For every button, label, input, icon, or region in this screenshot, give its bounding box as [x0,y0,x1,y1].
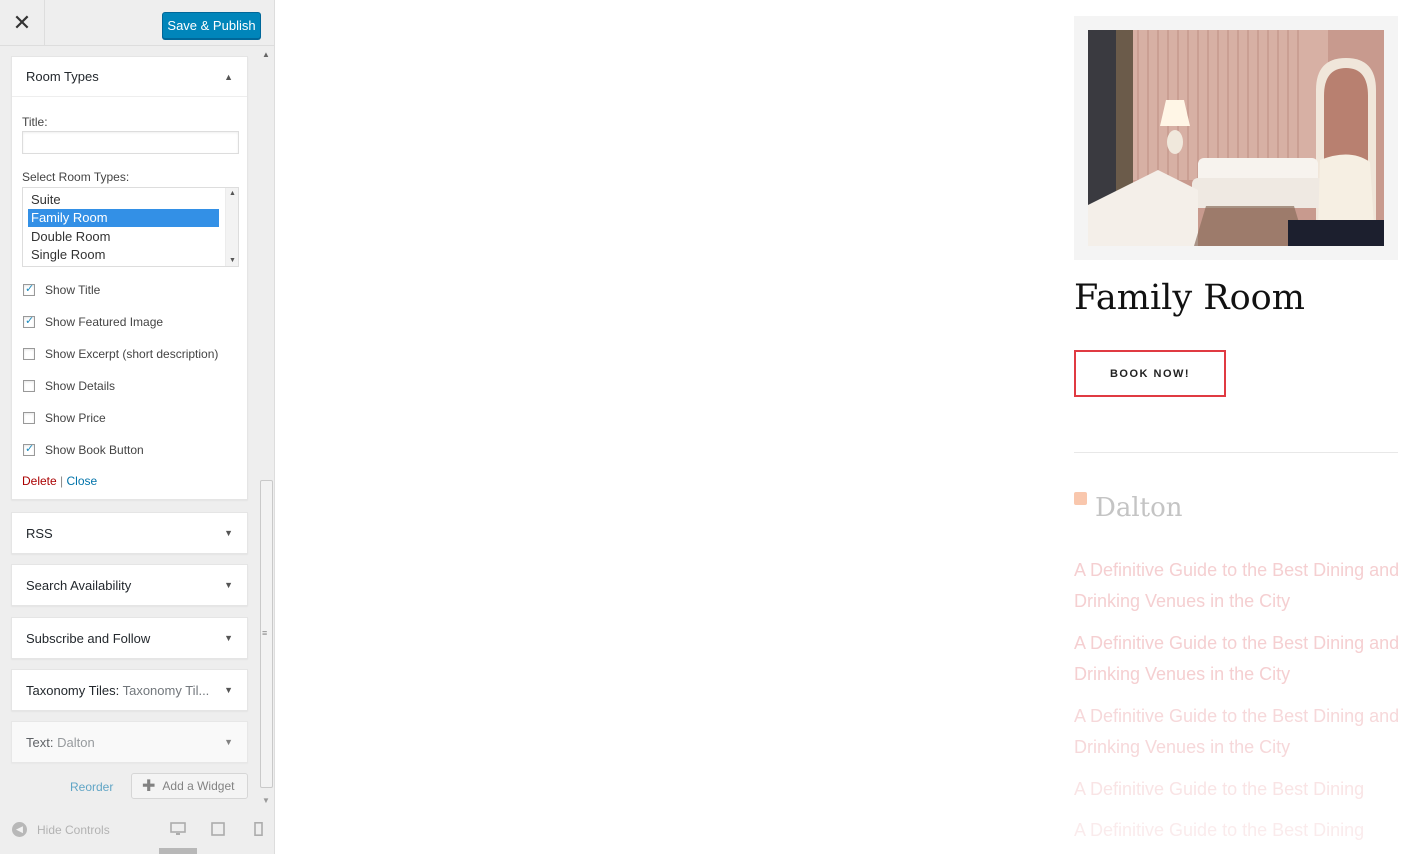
search-availability-widget-header[interactable]: Search Availability ▼ [12,565,247,605]
checkbox-label: Show Book Button [45,443,144,457]
checkbox-label: Show Featured Image [45,315,164,329]
expand-arrow-icon[interactable]: ▼ [224,580,233,590]
widget-title-group: Text: Dalton [26,735,95,750]
room-photo[interactable] [1088,30,1384,246]
rss-post-link[interactable]: A Definitive Guide to the Best Dining [1074,815,1404,846]
show-excerpt-option[interactable]: Show Excerpt (short description) [23,347,218,361]
scrollbar-grip-icon: ≡ [262,628,268,638]
checkbox-label: Show Title [45,283,101,297]
rss-icon [1074,492,1087,505]
collapse-arrow-icon[interactable]: ▲ [224,72,233,82]
widget-title: Room Types [26,69,99,84]
widget-title: Search Availability [26,577,132,593]
show-price-option[interactable]: Show Price [23,411,106,425]
featured-image-frame [1074,16,1398,260]
rss-post-link[interactable]: A Definitive Guide to the Best Dining an… [1074,555,1404,617]
text-widget[interactable]: Text: Dalton ▼ [11,721,248,763]
room-types-widget: Room Types ▲ Title: Select Room Types: S… [11,56,248,500]
customizer-header: ✕ Save & Publish [0,0,274,46]
select-room-types-label: Select Room Types: [22,170,130,184]
show-details-option[interactable]: Show Details [23,379,115,393]
widget-title: RSS [26,525,53,541]
rss-post-link[interactable]: A Definitive Guide to the Best Dining an… [1074,701,1404,763]
rss-widget[interactable]: RSS ▼ [11,512,248,554]
site-preview: Family Room BOOK NOW! Dalton A Definitiv… [275,0,1419,854]
widget-title-group: Taxonomy Tiles: Taxonomy Til... [26,683,209,698]
show-featured-image-option[interactable]: Show Featured Image [23,314,164,329]
collapse-circle-icon: ◀ [12,822,27,837]
taxonomy-tiles-widget-header[interactable]: Taxonomy Tiles: Taxonomy Til... ▼ [12,670,247,710]
subscribe-follow-widget-header[interactable]: Subscribe and Follow ▼ [12,618,247,658]
reorder-link[interactable]: Reorder [70,780,113,794]
expand-arrow-icon[interactable]: ▼ [224,737,233,747]
title-field-label: Title: [22,115,48,129]
widget-title: Taxonomy Tiles: [26,682,120,698]
show-title-option[interactable]: Show Title [23,282,101,297]
desktop-icon[interactable] [170,822,186,836]
expand-arrow-icon[interactable]: ▼ [224,685,233,695]
show-price-checkbox[interactable] [23,412,35,424]
add-widget-label: Add a Widget [162,779,235,793]
book-now-button[interactable]: BOOK NOW! [1074,350,1226,397]
show-book-button-option[interactable]: Show Book Button [23,442,144,457]
expand-arrow-icon[interactable]: ▼ [224,633,233,643]
customizer-sidebar: ✕ Save & Publish ▲ ≡ ▼ Room Types ▲ Titl… [0,0,275,854]
footer-indicator [159,848,197,854]
room-option-family-room[interactable]: Family Room [28,209,219,227]
show-title-checkbox[interactable] [23,282,35,296]
listbox-scrollbar[interactable]: ▲ ▼ [225,188,238,266]
hide-controls-label: Hide Controls [37,822,110,837]
add-widget-button[interactable]: ✚ Add a Widget [131,773,248,799]
link-separator: | [60,474,64,488]
show-details-checkbox[interactable] [23,380,35,392]
room-option-single-room[interactable]: Single Room [28,246,219,264]
scroll-down-arrow-icon[interactable]: ▼ [262,796,270,805]
checkbox-label: Show Excerpt (short description) [45,347,219,361]
room-types-listbox[interactable]: Suite Family Room Double Room Single Roo… [22,187,239,267]
listbox-up-arrow-icon[interactable]: ▲ [229,190,236,197]
delete-widget-link[interactable]: Delete [22,474,57,488]
hide-controls-button[interactable]: ◀ Hide Controls [12,822,110,837]
scroll-up-arrow-icon[interactable]: ▲ [262,50,270,59]
rss-post-link[interactable]: A Definitive Guide to the Best Dining [1074,774,1404,805]
close-widget-link[interactable]: Close [67,474,98,488]
widget-actions: Delete | Close [22,474,97,488]
widget-title: Subscribe and Follow [26,630,151,646]
customizer-footer: ◀ Hide Controls [0,808,274,854]
plus-icon: ✚ [142,778,156,795]
room-types-widget-header[interactable]: Room Types ▲ [12,57,247,97]
room-title: Family Room [1074,278,1305,318]
widget-subtitle: Taxonomy Til... [122,682,210,698]
subscribe-follow-widget[interactable]: Subscribe and Follow ▼ [11,617,248,659]
close-customizer-button[interactable]: ✕ [0,0,45,46]
widget-subtitle: Dalton [57,734,95,750]
expand-arrow-icon[interactable]: ▼ [224,528,233,538]
listbox-down-arrow-icon[interactable]: ▼ [229,257,236,264]
rss-widget-header[interactable]: RSS ▼ [12,513,247,553]
show-featured-image-checkbox[interactable] [23,314,35,328]
tablet-icon[interactable] [210,822,226,836]
widget-title: Text: [26,734,54,750]
room-option-double-room[interactable]: Double Room [28,228,219,246]
text-widget-header[interactable]: Text: Dalton ▼ [12,722,247,762]
checkbox-label: Show Price [45,411,106,425]
close-icon: ✕ [12,10,32,35]
rss-post-link[interactable]: A Definitive Guide to the Best Dining an… [1074,628,1404,690]
taxonomy-tiles-widget[interactable]: Taxonomy Tiles: Taxonomy Til... ▼ [11,669,248,711]
title-input[interactable] [22,131,239,154]
mobile-icon[interactable] [250,822,266,836]
room-option-suite[interactable]: Suite [28,191,219,209]
show-excerpt-checkbox[interactable] [23,348,35,360]
checkbox-label: Show Details [45,379,116,393]
show-book-button-checkbox[interactable] [23,442,35,456]
rss-feed-title: Dalton [1095,493,1183,523]
save-publish-button[interactable]: Save & Publish [162,12,261,39]
section-divider [1074,452,1398,453]
search-availability-widget[interactable]: Search Availability ▼ [11,564,248,606]
